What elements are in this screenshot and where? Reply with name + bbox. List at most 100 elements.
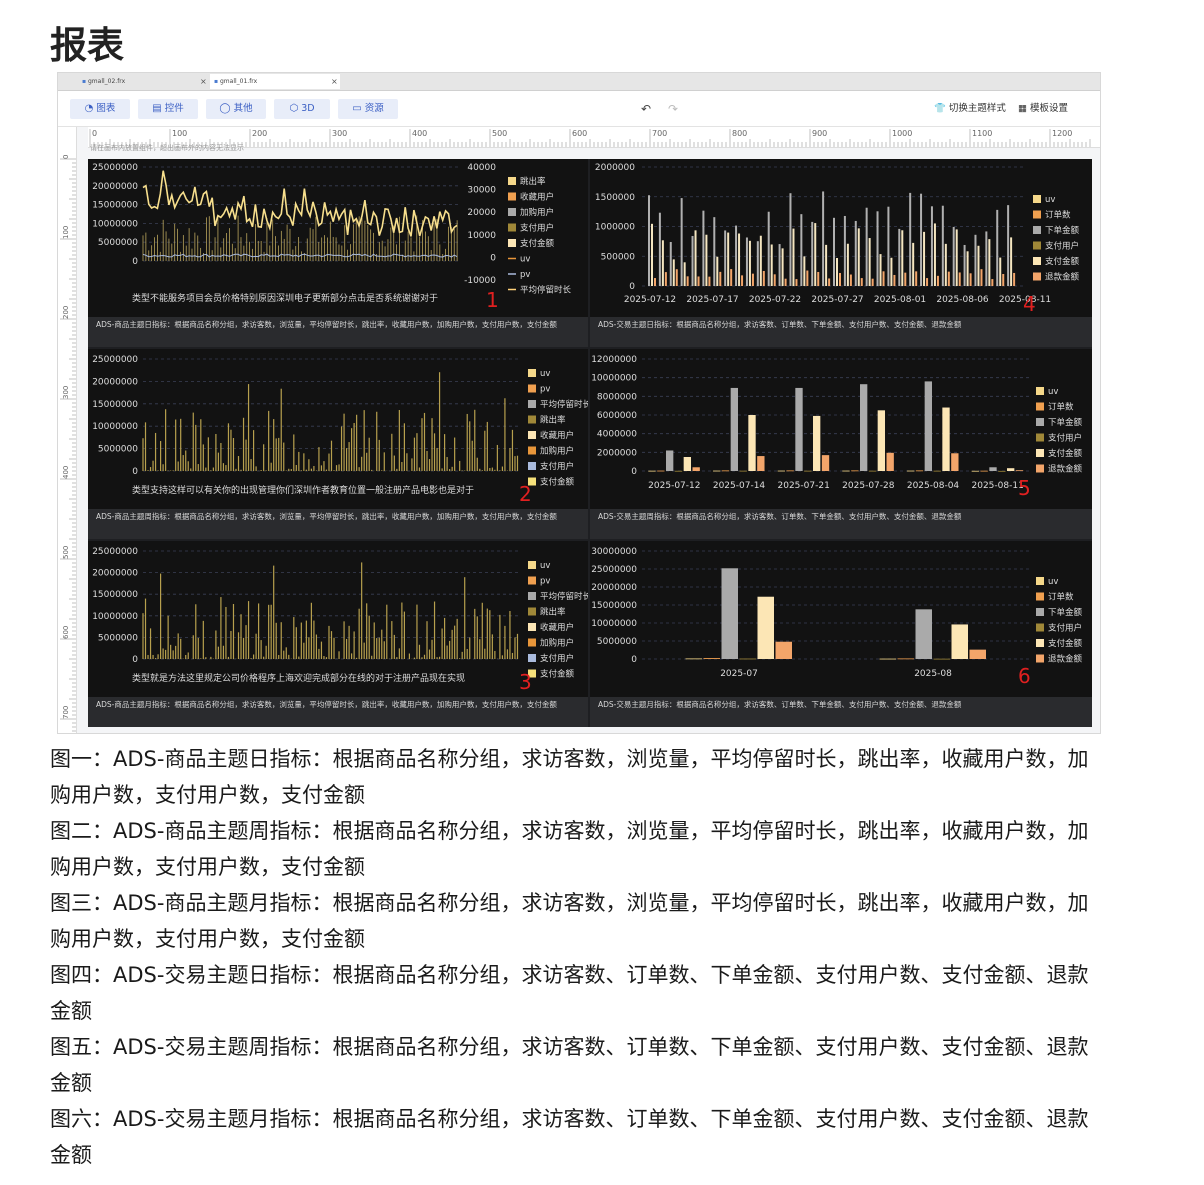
- chart-panel-5[interactable]: 12000000 10000000 8000000 6000000 4000000 200…: [590, 349, 1092, 509]
- bar-order-amount: [833, 217, 835, 286]
- legend-swatch: [528, 607, 536, 616]
- caption-1: 图一：ADS-商品主题日指标：根据商品名称分组，求访客数，浏览量，平均停留时长，…: [50, 747, 1089, 807]
- bar-4: [942, 407, 950, 471]
- bar-refund: [828, 278, 831, 286]
- tab-label: gmall_01.frx: [219, 78, 258, 85]
- bar-3: [933, 658, 950, 660]
- legend-label: 跳出率: [520, 176, 546, 187]
- legend-label: 平均停留时长: [540, 591, 588, 602]
- page-title: 报表: [50, 24, 124, 67]
- y-tick-label: 0: [629, 282, 635, 292]
- bar-5: [951, 453, 959, 471]
- settings-icon: ▦: [1018, 103, 1027, 114]
- widget-icon: ▤: [152, 103, 162, 114]
- chart-panel-4[interactable]: 2000000 1500000 1000000 500000 0 2025-07-12 20…: [590, 159, 1092, 317]
- bar-1: [721, 470, 730, 472]
- legend-label: 下单金额: [1048, 417, 1083, 428]
- bar-pay-amount: [836, 258, 838, 286]
- x-tick-label: 2025-07-21: [778, 481, 830, 491]
- widget-button[interactable]: ▤ 控件: [138, 99, 198, 119]
- bar-refund: [664, 272, 667, 286]
- chart-panel-3[interactable]: 25000000 20000000 15000000 10000000 5000000 0…: [88, 541, 588, 697]
- y-tick-label: 4000000: [597, 430, 637, 440]
- bar-refund: [926, 278, 929, 286]
- ruler-label: 300: [332, 129, 347, 138]
- chart-svg: 25000000 20000000 15000000 10000000 5000000 0…: [92, 355, 588, 506]
- other-button[interactable]: ◯ 其他: [206, 99, 266, 119]
- bar-refund: [1013, 272, 1016, 286]
- bar-4: [757, 596, 774, 659]
- chart-button[interactable]: ◔ 图表: [70, 99, 130, 119]
- legend-label: 支付金额: [1048, 638, 1083, 649]
- bar-pay-amount: [825, 244, 828, 286]
- undo-icon[interactable]: ↶: [641, 99, 651, 119]
- y-tick-label: 10000000: [591, 374, 637, 384]
- bar-pay-amount: [890, 257, 893, 286]
- switch-theme-button[interactable]: 👕 切换主题样式: [934, 99, 1006, 119]
- bar-order-amount: [941, 205, 944, 286]
- bar-pay-amount: [716, 256, 719, 286]
- legend-label: uv: [1048, 387, 1058, 397]
- bar-pay-amount: [933, 223, 936, 286]
- bar-3: [998, 470, 1006, 472]
- x-tick-label: 2025-07-27: [811, 295, 863, 305]
- bar-refund: [654, 278, 656, 286]
- template-settings-button[interactable]: ▦ 模板设置: [1018, 99, 1068, 119]
- tab-close-button[interactable]: ×: [331, 74, 338, 89]
- legend-label: 支付金额: [1048, 448, 1083, 459]
- bar-4: [951, 624, 968, 659]
- bar-pay-amount: [651, 223, 653, 286]
- resource-icon: ▭: [352, 103, 362, 114]
- ruler-label: 400: [62, 466, 70, 479]
- legend-swatch: [1033, 210, 1041, 219]
- chart-svg: 25000000 20000000 15000000 10000000 5000000 0…: [92, 547, 588, 694]
- bar-pay-amount: [944, 243, 947, 286]
- legend-swatch: [1033, 226, 1041, 234]
- legend-swatch: [1036, 464, 1044, 473]
- legend-swatch: [508, 223, 516, 232]
- tab-close-button[interactable]: ×: [200, 74, 207, 89]
- annotation-number: 4: [1023, 292, 1036, 316]
- bar-pay-amount: [770, 244, 773, 286]
- bar-pay-amount: [792, 228, 795, 286]
- chart-panel-1[interactable]: 25000000 20000000 15000000 10000000 5000000 0…: [88, 159, 588, 317]
- caption-4: 图四：ADS-交易主题日指标：根据商品名称分组，求访客数、订单数、下单金额、支付…: [50, 963, 1089, 1023]
- legend-label: 跳出率: [540, 415, 566, 426]
- bar-order-amount: [865, 207, 868, 286]
- y-tick-label: 5000000: [98, 238, 138, 248]
- series-line-pv: [142, 253, 458, 258]
- x-tick-label: 2025-07-12: [648, 481, 700, 491]
- other-icon: ◯: [219, 103, 231, 114]
- tab-gmall-02[interactable]: ▪ gmall_02.frx: [78, 74, 125, 89]
- resource-button[interactable]: ▭ 资源: [338, 99, 398, 119]
- bar-order-amount: [767, 211, 770, 286]
- legend-swatch: [1036, 449, 1044, 457]
- bar-3: [739, 658, 756, 660]
- x-tick-label: 2025-08-11: [972, 481, 1024, 491]
- annotation-number: 1: [486, 288, 499, 312]
- tab-gmall-01[interactable]: ▪ gmall_01.frx: [210, 74, 340, 89]
- redo-icon[interactable]: ↷: [668, 99, 678, 119]
- ruler-label: 500: [492, 129, 507, 138]
- bar-1: [915, 470, 924, 472]
- y-tick-label: 30000: [467, 186, 496, 196]
- bar-order-amount: [952, 226, 955, 286]
- bar-4: [1007, 468, 1015, 471]
- 3d-button[interactable]: ⬡ 3D: [274, 99, 330, 119]
- ruler-label: 1000: [892, 129, 912, 138]
- bar-refund: [1002, 274, 1005, 286]
- bar-refund: [839, 272, 841, 286]
- chart-svg: 30000000 25000000 20000000 15000000 10000000…: [591, 547, 1083, 688]
- legend-label: 支付用户: [1048, 623, 1082, 634]
- legend-swatch: [528, 446, 536, 455]
- legend-label: pv: [540, 577, 550, 587]
- legend-swatch: [1036, 433, 1044, 442]
- bar-refund: [991, 279, 994, 286]
- y-tick-label: 10000000: [92, 219, 138, 229]
- bar-1: [851, 470, 859, 472]
- bar-refund: [860, 278, 863, 286]
- legend-label: uv: [540, 369, 550, 379]
- chart-panel-2[interactable]: 25000000 20000000 15000000 10000000 5000000 0…: [88, 349, 588, 509]
- legend-label: 平均停留时长: [520, 285, 572, 296]
- chart-panel-6[interactable]: 30000000 25000000 20000000 15000000 10000000…: [590, 541, 1092, 697]
